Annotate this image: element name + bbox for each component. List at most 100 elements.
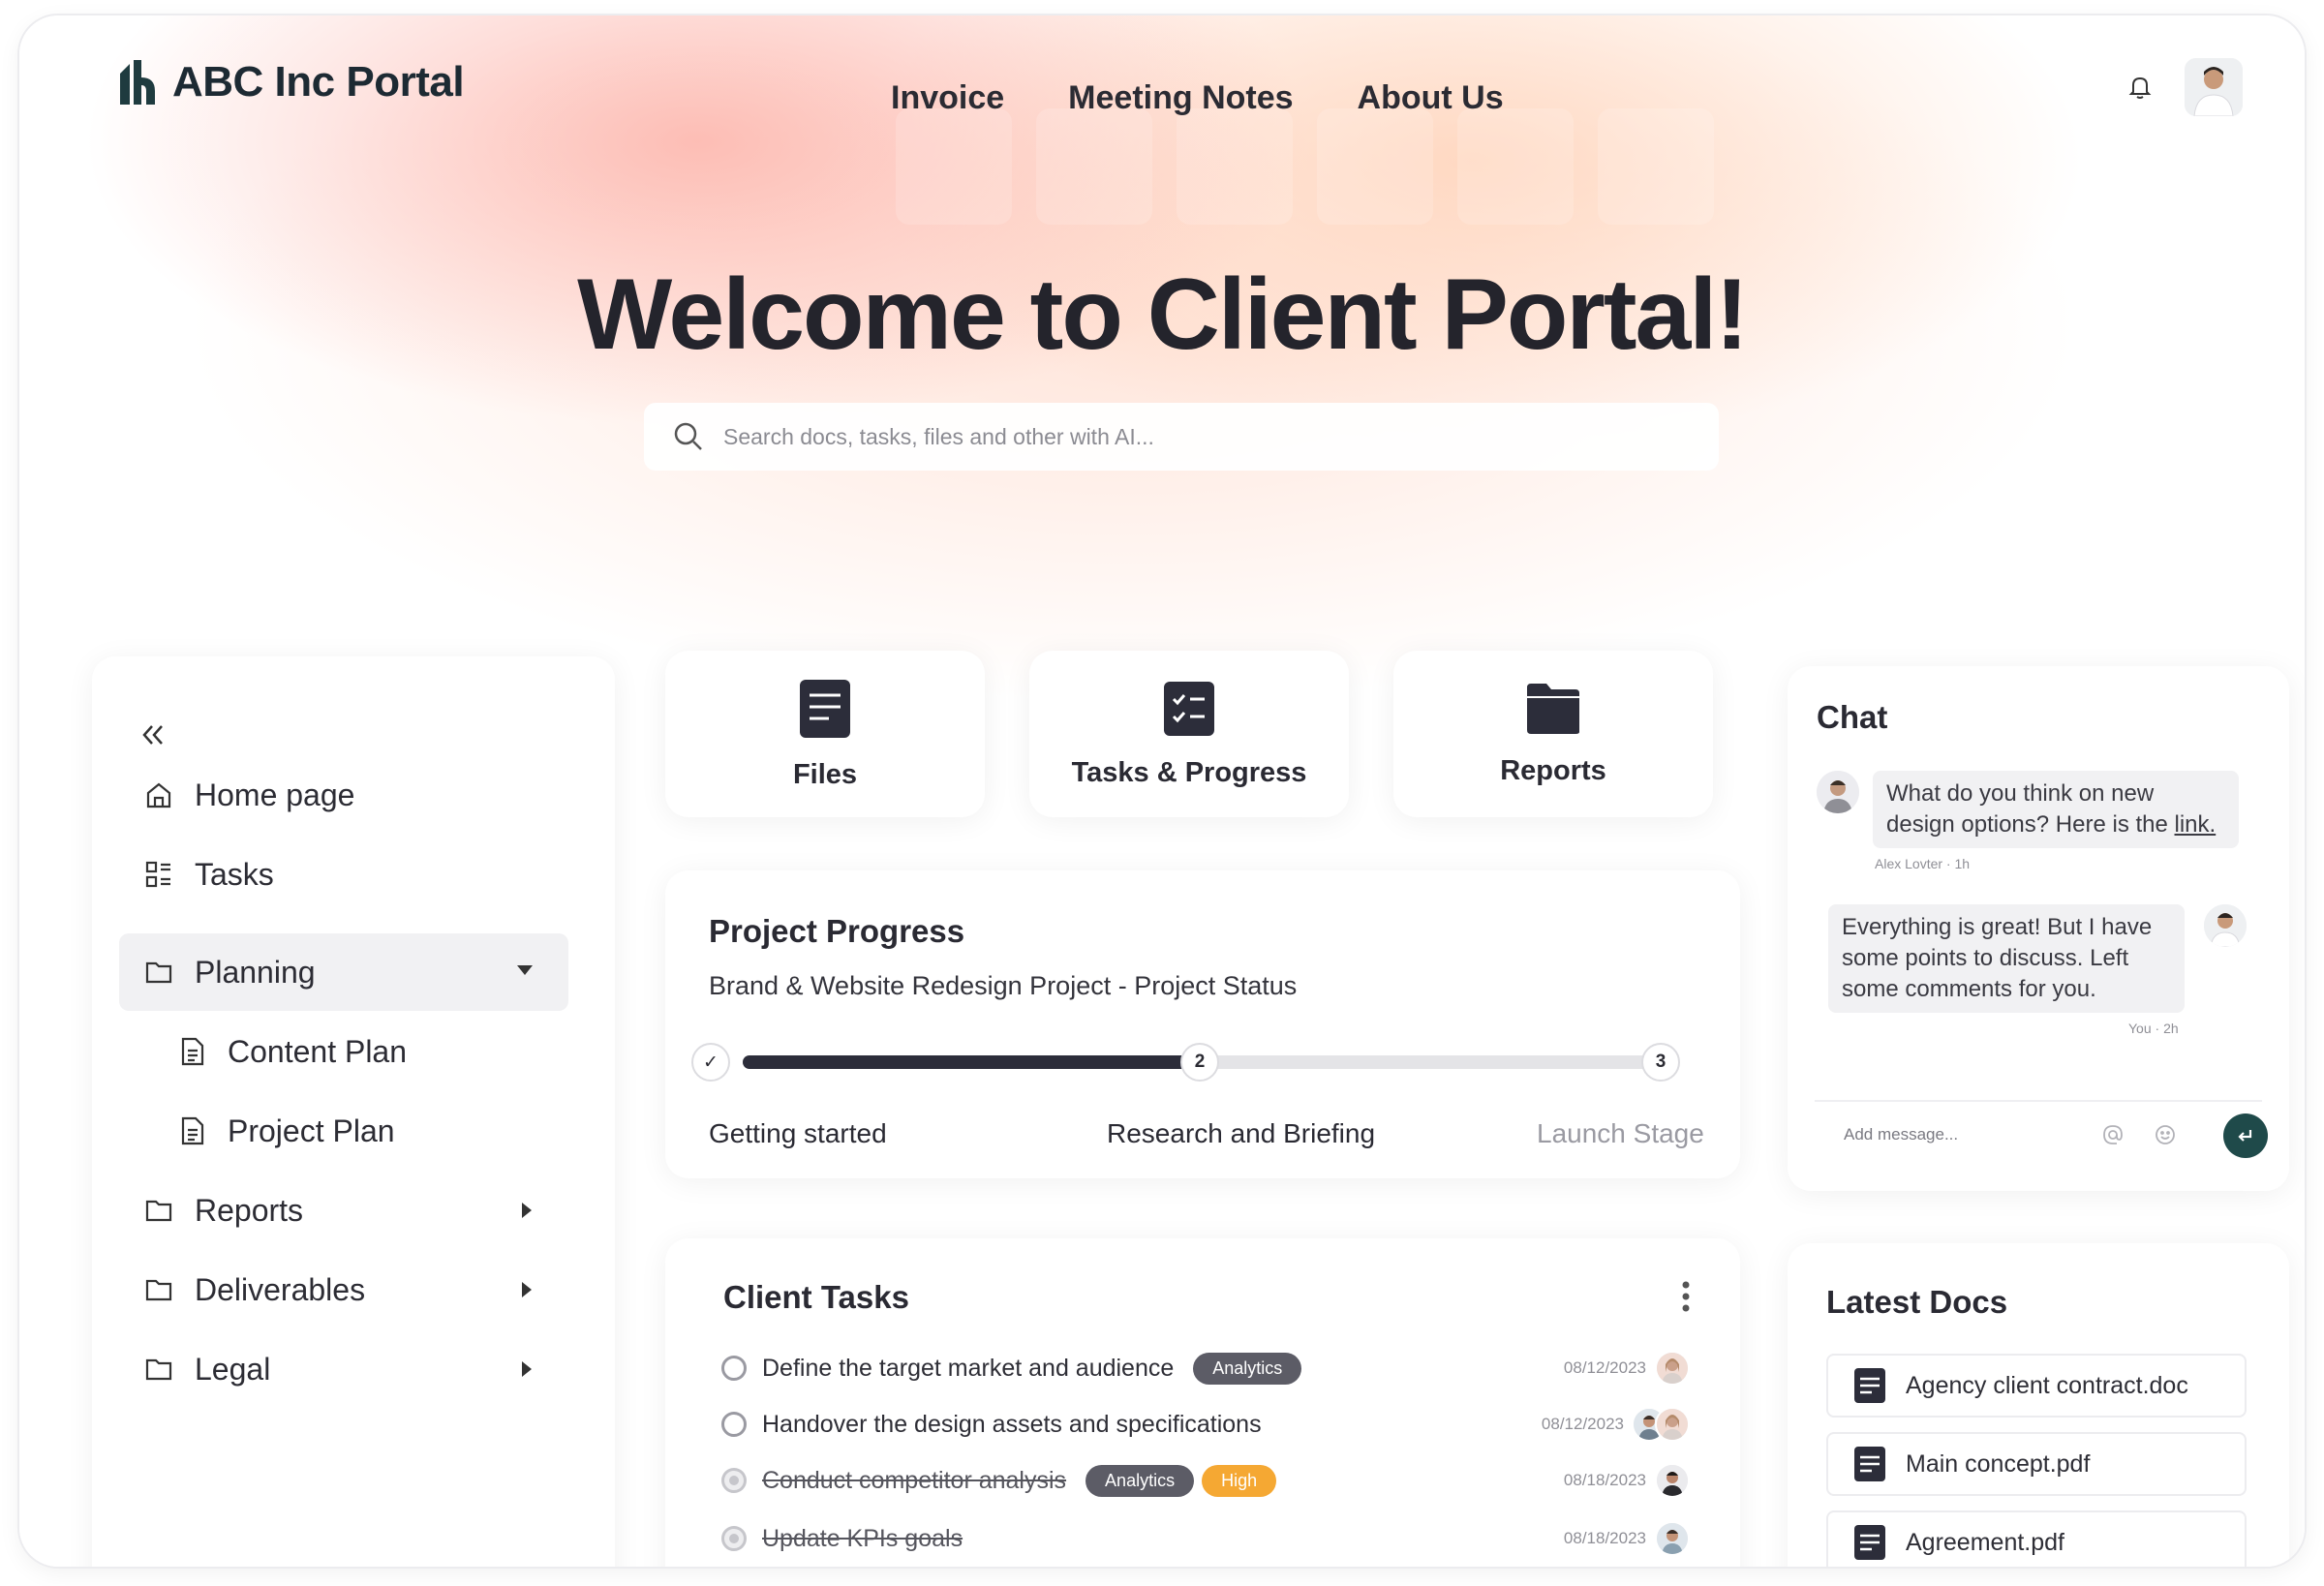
sidebar-item-legal[interactable]: Legal (119, 1330, 568, 1408)
task-text: Define the target market and audience (762, 1354, 1175, 1382)
doc-item[interactable]: Agreement.pdf (1826, 1510, 2247, 1567)
quick-action-tasks-progress[interactable]: Tasks & Progress (1029, 651, 1349, 817)
project-progress-card: Project Progress Brand & Website Redesig… (665, 870, 1740, 1178)
step-marker-current[interactable]: 2 (1180, 1043, 1219, 1082)
section-title: Latest Docs (1826, 1284, 2008, 1320)
project-status-subtitle: Brand & Website Redesign Project - Proje… (709, 971, 1298, 1000)
step-number: 2 (1194, 1052, 1206, 1072)
quick-action-reports[interactable]: Reports (1393, 651, 1713, 817)
document-icon (181, 1037, 204, 1066)
avatar-portrait-icon (1817, 771, 1859, 813)
notifications-button[interactable] (2111, 58, 2169, 116)
mention-icon[interactable] (2101, 1123, 2125, 1146)
task-checkbox[interactable] (721, 1356, 747, 1381)
collapse-sidebar-button[interactable] (138, 720, 168, 754)
priority-badge: High (1202, 1464, 1277, 1497)
sidebar-item-project-plan[interactable]: Project Plan (119, 1092, 568, 1170)
sidebar-item-label: Tasks (195, 856, 274, 892)
assignee-avatar (1655, 1407, 1690, 1442)
quick-action-label: Files (792, 758, 858, 790)
user-avatar[interactable] (2185, 58, 2243, 116)
client-tasks-card: Client Tasks Define the target market an… (665, 1238, 1740, 1567)
caret-right-icon (522, 1203, 532, 1218)
top-navigation: Invoice Meeting Notes About Us (891, 79, 1504, 117)
emoji-icon[interactable] (2154, 1123, 2177, 1146)
page-title: Welcome to Client Portal! (577, 259, 1749, 371)
search-input[interactable] (723, 423, 1595, 450)
sender-avatar (1817, 771, 1859, 813)
task-date: 08/18/2023 (1563, 1529, 1646, 1547)
sidebar-item-content-plan[interactable]: Content Plan (119, 1013, 568, 1090)
folder-icon (145, 1279, 172, 1301)
section-title: Client Tasks (723, 1279, 909, 1315)
nav-invoice[interactable]: Invoice (891, 79, 1004, 117)
folder-icon (145, 961, 172, 984)
files-icon (800, 679, 850, 738)
task-row[interactable]: Define the target market and audience An… (721, 1347, 1690, 1389)
sidebar-item-label: Legal (195, 1351, 271, 1387)
sidebar: Home page Tasks Planning Content Plan Pr… (92, 656, 615, 1567)
incoming-message: What do you think on new design options?… (1873, 771, 2239, 848)
app-window: ABC Inc Portal Invoice Meeting Notes Abo… (19, 15, 2305, 1567)
task-row[interactable]: Conduct competitor analysis Analytics Hi… (721, 1459, 1690, 1502)
task-checkbox-completed[interactable] (721, 1468, 747, 1493)
more-options-button[interactable] (1682, 1281, 1690, 1317)
sidebar-item-tasks[interactable]: Tasks (119, 836, 568, 913)
task-date: 08/12/2023 (1541, 1415, 1624, 1433)
checklist-icon (1164, 681, 1214, 736)
task-checkbox-completed[interactable] (721, 1526, 747, 1551)
caret-down-icon (517, 965, 533, 975)
sidebar-item-deliverables[interactable]: Deliverables (119, 1251, 568, 1328)
outgoing-message: Everything is great! But I have some poi… (1828, 904, 2185, 1013)
enter-arrow-icon (2238, 1130, 2252, 1142)
section-title: Project Progress (709, 913, 965, 949)
quick-action-label: Tasks & Progress (1071, 756, 1307, 788)
task-date: 08/12/2023 (1563, 1358, 1646, 1377)
sidebar-item-label: Home page (195, 777, 355, 812)
step-marker-upcoming[interactable]: 3 (1641, 1043, 1680, 1082)
brand[interactable]: ABC Inc Portal (118, 58, 465, 107)
sidebar-item-label: Planning (195, 954, 316, 990)
task-checkbox[interactable] (721, 1412, 747, 1437)
doc-item[interactable]: Agency client contract.doc (1826, 1354, 2247, 1418)
send-button[interactable] (2223, 1113, 2268, 1158)
kebab-menu-icon (1682, 1281, 1690, 1312)
sidebar-item-reports[interactable]: Reports (119, 1172, 568, 1249)
avatar-portrait-icon (2204, 904, 2247, 947)
search-bar[interactable] (644, 403, 1719, 471)
task-row[interactable]: Update KPIs goals 08/18/2023 (721, 1517, 1690, 1560)
avatar-portrait-icon (1657, 1523, 1688, 1554)
avatar-portrait-icon (1657, 1409, 1688, 1440)
step-marker-done[interactable]: ✓ (691, 1043, 730, 1082)
sidebar-item-label: Project Plan (228, 1113, 395, 1148)
quick-action-label: Reports (1500, 754, 1606, 786)
progress-fill (743, 1055, 1203, 1069)
task-text: Update KPIs goals (762, 1524, 963, 1552)
latest-docs-card: Latest Docs Agency client contract.doc M… (1788, 1243, 2289, 1567)
assignee-avatar (1655, 1351, 1690, 1386)
caret-right-icon (522, 1282, 532, 1297)
task-text: Handover the design assets and specifica… (762, 1410, 1262, 1438)
tag-badge: Analytics (1086, 1464, 1195, 1497)
assignee-avatar (1655, 1463, 1690, 1498)
nav-meeting-notes[interactable]: Meeting Notes (1068, 79, 1293, 117)
chat-panel: Chat What do you think on new design opt… (1788, 666, 2289, 1191)
checkmark-icon: ✓ (703, 1052, 719, 1073)
sidebar-item-planning[interactable]: Planning (119, 933, 568, 1011)
message-link[interactable]: link. (2175, 811, 2217, 838)
nav-about-us[interactable]: About Us (1358, 79, 1504, 117)
message-meta: You · 2h (2128, 1021, 2179, 1036)
message-input[interactable] (1844, 1125, 2095, 1144)
document-icon (1854, 1368, 1885, 1403)
step-label: Research and Briefing (1107, 1118, 1376, 1148)
sidebar-item-home[interactable]: Home page (119, 756, 568, 834)
doc-item[interactable]: Main concept.pdf (1826, 1432, 2247, 1496)
document-icon (181, 1116, 204, 1145)
step-label: Launch Stage (1537, 1118, 1704, 1148)
task-date: 08/18/2023 (1563, 1471, 1646, 1489)
task-row[interactable]: Handover the design assets and specifica… (721, 1403, 1690, 1446)
avatar-portrait-icon (1657, 1353, 1688, 1384)
quick-action-files[interactable]: Files (665, 651, 985, 817)
doc-name: Agreement.pdf (1906, 1528, 2064, 1556)
assignee-avatar (1655, 1521, 1690, 1556)
